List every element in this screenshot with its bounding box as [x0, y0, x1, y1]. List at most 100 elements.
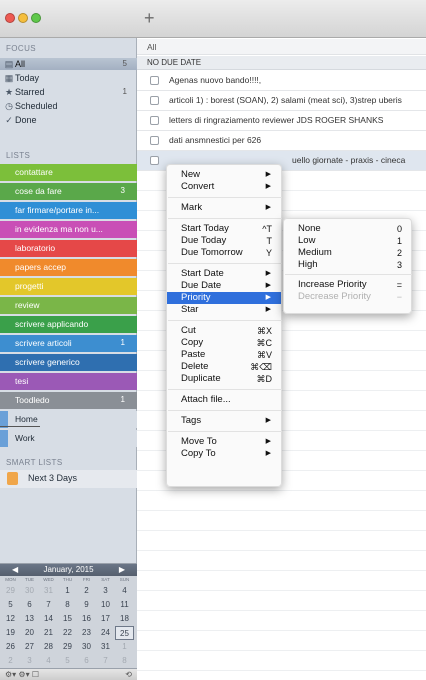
menu-item-move-to[interactable]: Move To ▶ [167, 436, 281, 448]
list-item[interactable]: contattare [0, 164, 137, 181]
next-month-icon[interactable]: ▶ [119, 564, 125, 576]
calendar-day[interactable]: 23 [77, 626, 96, 640]
calendar-day[interactable]: 30 [77, 640, 96, 654]
sync-icon[interactable]: ⟲ [125, 670, 132, 679]
menu-item-cut[interactable]: Cut ⌘X [167, 325, 281, 337]
list-item[interactable]: review [0, 297, 137, 314]
calendar-day[interactable]: 8 [115, 654, 134, 668]
menu-item-copy-to[interactable]: Copy To ▶ [167, 448, 281, 460]
menu-item-start-today[interactable]: Start Today ^T [167, 223, 281, 235]
priority-item-increase-priority[interactable]: Increase Priority = [284, 279, 411, 291]
menu-item-delete[interactable]: Delete ⌘⌫ [167, 361, 281, 373]
menu-item-priority[interactable]: Priority ▶ [167, 292, 281, 304]
calendar-day[interactable]: 16 [77, 612, 96, 626]
menu-item-convert[interactable]: Convert ▶ [167, 181, 281, 193]
focus-item-today[interactable]: ▦ Today [0, 72, 137, 84]
menu-item-due-today[interactable]: Due Today T [167, 235, 281, 247]
calendar-day[interactable]: 2 [77, 584, 96, 598]
calendar-day[interactable]: 2 [1, 654, 20, 668]
calendar-day[interactable]: 5 [1, 598, 20, 612]
zoom-window-button[interactable] [31, 13, 41, 23]
menu-item-duplicate[interactable]: Duplicate ⌘D [167, 373, 281, 385]
calendar-day[interactable]: 14 [39, 612, 58, 626]
priority-item-low[interactable]: Low 1 [284, 235, 411, 247]
menu-item-star[interactable]: Star ▶ [167, 304, 281, 316]
calendar-day[interactable]: 12 [1, 612, 20, 626]
list-item[interactable]: scrivere generico [0, 354, 137, 371]
menu-item-new[interactable]: New ▶ [167, 169, 281, 181]
list-item[interactable]: Toodledo 1 [0, 392, 137, 409]
prev-month-icon[interactable]: ◀ [12, 564, 18, 576]
calendar-day[interactable]: 8 [58, 598, 77, 612]
calendar-day[interactable]: 28 [39, 640, 58, 654]
focus-item-starred[interactable]: ★ Starred 1 [0, 86, 137, 98]
menu-item-due-tomorrow[interactable]: Due Tomorrow Y [167, 247, 281, 259]
calendar-day[interactable]: 13 [20, 612, 39, 626]
calendar-day[interactable]: 9 [77, 598, 96, 612]
task-row[interactable]: letters di ringraziamento reviewer JDS R… [137, 111, 426, 131]
list-item[interactable]: tesi [0, 373, 137, 390]
priority-item-none[interactable]: None 0 [284, 223, 411, 235]
calendar-day[interactable]: 3 [96, 584, 115, 598]
list-item[interactable]: progetti [0, 278, 137, 295]
task-row[interactable]: Agenas nuovo bando!!!!, [137, 71, 426, 91]
calendar-day[interactable]: 24 [96, 626, 115, 640]
calendar-day[interactable]: 27 [20, 640, 39, 654]
calendar-day[interactable]: 21 [39, 626, 58, 640]
priority-item-high[interactable]: High 3 [284, 259, 411, 271]
calendar-day[interactable]: 7 [96, 654, 115, 668]
list-item[interactable]: scrivere articoli 1 [0, 335, 137, 352]
menu-item-mark[interactable]: Mark ▶ [167, 202, 281, 214]
menu-item-paste[interactable]: Paste ⌘V [167, 349, 281, 361]
calendar-day[interactable]: 26 [1, 640, 20, 654]
list-item[interactable]: in evidenza ma non u... [0, 221, 137, 238]
add-task-button[interactable]: + [144, 9, 155, 27]
minimize-window-button[interactable] [18, 13, 28, 23]
calendar-day[interactable]: 15 [58, 612, 77, 626]
menu-item-copy[interactable]: Copy ⌘C [167, 337, 281, 349]
task-checkbox[interactable] [150, 136, 159, 145]
menu-item-tags[interactable]: Tags ▶ [167, 415, 281, 427]
calendar-day[interactable]: 6 [77, 654, 96, 668]
menu-item-start-date[interactable]: Start Date ▶ [167, 268, 281, 280]
task-row[interactable]: articoli 1) : borest (SOAN), 2) salami (… [137, 91, 426, 111]
focus-item-all[interactable]: ▤ All 5 [0, 58, 137, 70]
focus-item-scheduled[interactable]: ◷ Scheduled [0, 100, 137, 112]
list-item[interactable]: papers accep [0, 259, 137, 276]
calendar-day[interactable]: 29 [58, 640, 77, 654]
calendar-day[interactable]: 20 [20, 626, 39, 640]
calendar-day[interactable]: 1 [58, 584, 77, 598]
list-item[interactable]: Work [0, 430, 137, 447]
calendar-day[interactable]: 4 [39, 654, 58, 668]
calendar-day[interactable]: 3 [20, 654, 39, 668]
calendar-day[interactable]: 4 [115, 584, 134, 598]
calendar-day[interactable]: 17 [96, 612, 115, 626]
calendar-day[interactable]: 29 [1, 584, 20, 598]
calendar-day[interactable]: 25 [115, 626, 134, 640]
calendar-day[interactable]: 5 [58, 654, 77, 668]
list-item[interactable]: far firmare/portare in... [0, 202, 137, 219]
calendar-day[interactable]: 1 [115, 640, 134, 654]
calendar-day[interactable]: 6 [20, 598, 39, 612]
focus-item-done[interactable]: ✓ Done [0, 114, 137, 126]
task-checkbox[interactable] [150, 156, 159, 165]
calendar-day[interactable]: 30 [20, 584, 39, 598]
list-item[interactable]: scrivere applicando [0, 316, 137, 333]
list-item[interactable]: cose da fare 3 [0, 183, 137, 200]
calendar-day[interactable]: 22 [58, 626, 77, 640]
calendar-day[interactable]: 19 [1, 626, 20, 640]
calendar-day[interactable]: 10 [96, 598, 115, 612]
close-window-button[interactable] [5, 13, 15, 23]
menu-item-attach-file[interactable]: Attach file... [167, 394, 281, 406]
priority-item-medium[interactable]: Medium 2 [284, 247, 411, 259]
calendar-day[interactable]: 7 [39, 598, 58, 612]
calendar-day[interactable]: 18 [115, 612, 134, 626]
task-row[interactable]: dati ansmnestici per 626 [137, 131, 426, 151]
menu-item-due-date[interactable]: Due Date ▶ [167, 280, 281, 292]
list-item[interactable]: laboratorio [0, 240, 137, 257]
calendar-day[interactable]: 31 [39, 584, 58, 598]
task-checkbox[interactable] [150, 76, 159, 85]
task-checkbox[interactable] [150, 96, 159, 105]
task-checkbox[interactable] [150, 116, 159, 125]
smart-list-next-3-days[interactable]: Next 3 Days [0, 470, 137, 488]
